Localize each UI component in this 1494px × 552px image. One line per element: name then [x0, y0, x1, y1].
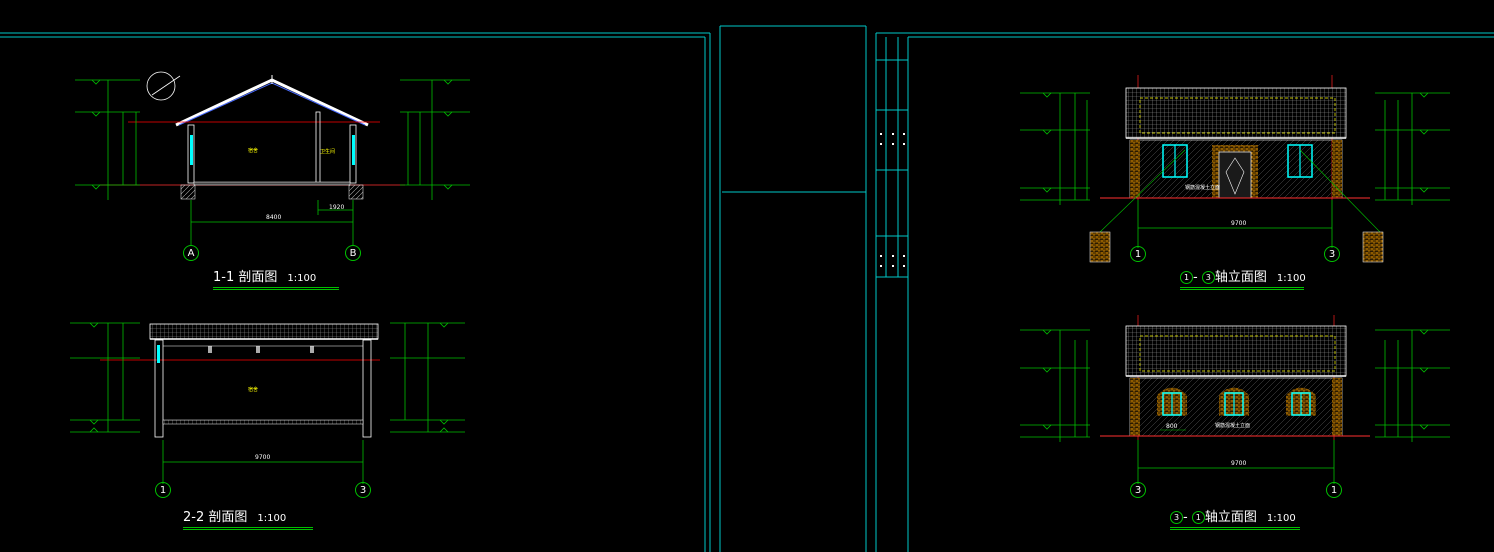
axis-bubble-3: 3: [1324, 246, 1340, 262]
window-dimension: 800: [1166, 423, 1178, 430]
title-underline: [183, 527, 313, 528]
axis-bubble-3: 3: [355, 482, 371, 498]
facade-note: 钢筋混凝土立面: [1185, 185, 1221, 191]
section-2-2-scale: 1:100: [257, 513, 287, 524]
title-underline: [1170, 529, 1300, 530]
room-label-bathroom: 卫生间: [320, 149, 336, 155]
elevation-3-1-title-text: 轴立面图: [1204, 510, 1257, 525]
span-dimension: 9700: [1231, 460, 1247, 467]
axis-bubble-1: 1: [1326, 482, 1342, 498]
sub-span-dimension: 1920: [329, 204, 345, 211]
section-1-1-scale: 1:100: [287, 273, 317, 284]
facade-note: 钢筋混凝土立面: [1215, 423, 1251, 429]
axis-bubble-1: 1: [1130, 246, 1146, 262]
span-dimension: 9700: [1231, 220, 1247, 227]
section-2-2-title-text: 2-2 剖面图: [183, 510, 248, 525]
elevation-3-1-drawing: [1020, 315, 1450, 484]
axis-bubble-a: A: [183, 245, 199, 261]
axis-bubble-b: B: [345, 245, 361, 261]
elevation-3-1-title: 3- 1 轴立面图 1:100: [1170, 510, 1296, 527]
title-axis-3: 3: [1170, 511, 1183, 524]
section-1-1-title-text: 1-1 剖面图: [213, 270, 278, 285]
room-label-dormitory: 宿舍: [248, 387, 259, 393]
title-underline: [1180, 287, 1304, 288]
section-2-2-title: 2-2 剖面图 1:100: [183, 510, 286, 527]
span-dimension: 8400: [266, 214, 282, 221]
elevation-1-3-drawing: [1020, 75, 1450, 263]
span-dimension: 9700: [255, 454, 271, 461]
axis-bubble-1: 1: [155, 482, 171, 498]
title-strip-marks: [880, 133, 905, 267]
north-arrow-icon: [146, 71, 176, 101]
title-underline: [213, 287, 339, 288]
title-underline: [1170, 527, 1300, 528]
title-axis-3: 3: [1201, 271, 1215, 284]
title-underline: [183, 529, 313, 530]
elevation-3-1-scale: 1:100: [1266, 513, 1296, 524]
title-axis-1: 1: [1180, 271, 1193, 284]
title-sep: -: [1183, 510, 1188, 525]
title-underline: [213, 289, 339, 290]
elevation-1-3-scale: 1:100: [1276, 273, 1306, 284]
room-label-dormitory: 宿舍: [248, 148, 259, 154]
title-axis-1: 1: [1191, 511, 1205, 524]
elevation-1-3-title: 1- 3 轴立面图 1:100: [1180, 270, 1306, 287]
title-underline: [1180, 289, 1304, 290]
title-sep: -: [1193, 270, 1198, 285]
axis-bubble-3: 3: [1130, 482, 1146, 498]
section-1-1-title: 1-1 剖面图 1:100: [213, 270, 316, 287]
elevation-1-3-title-text: 轴立面图: [1214, 270, 1267, 285]
